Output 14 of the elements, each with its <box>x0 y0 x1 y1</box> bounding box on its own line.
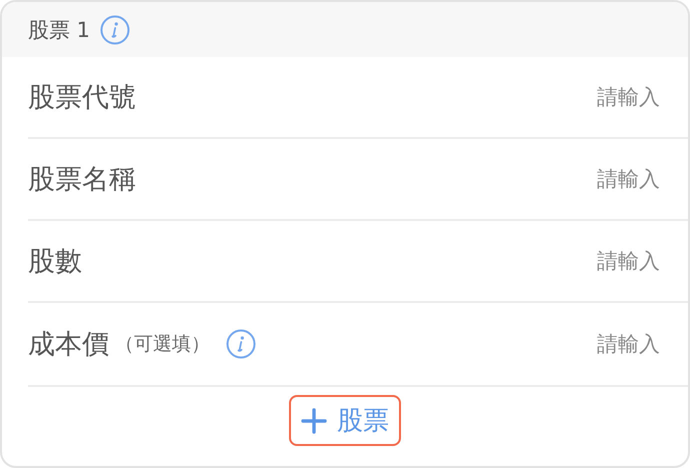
input-field[interactable]: 請輸入 <box>256 331 662 357</box>
input-field[interactable]: 請輸入 <box>136 84 662 110</box>
field-label: 股數 <box>28 245 82 279</box>
field-label: 股票代號 <box>28 81 136 115</box>
input-field[interactable]: 請輸入 <box>82 248 662 274</box>
add-stock-button[interactable]: 股票 <box>289 395 401 446</box>
input-field[interactable]: 請輸入 <box>136 166 662 192</box>
field-label: 成本價 <box>28 328 109 362</box>
optional-note: （可選填） <box>115 332 210 357</box>
plus-icon <box>301 408 327 434</box>
info-icon[interactable] <box>226 329 256 359</box>
field-label: 股票名稱 <box>28 163 136 197</box>
section-title: 股票 1 <box>28 16 90 44</box>
info-icon[interactable] <box>100 14 130 44</box>
